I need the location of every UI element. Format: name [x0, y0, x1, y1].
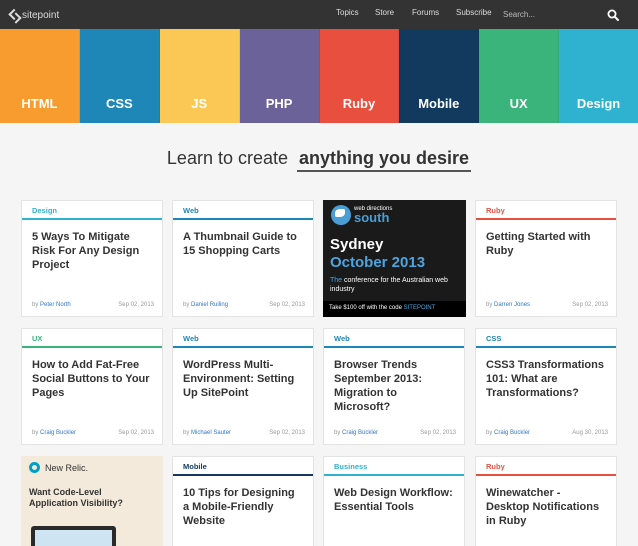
article-date: Sep 02, 2013 — [118, 430, 154, 436]
article-date: Sep 02, 2013 — [118, 302, 154, 308]
wds-city: Sydney — [330, 236, 384, 253]
sitepoint-logo[interactable]: sitepoint — [10, 8, 59, 22]
by-label: by — [486, 302, 493, 308]
article-title[interactable]: CSS3 Transformations 101: What are Trans… — [476, 348, 616, 400]
category-band: HTML CSS JS PHP Ruby Mobile UX Design — [0, 29, 638, 123]
web-directions-south-ad[interactable]: web directions south Sydney October 2013… — [323, 200, 466, 317]
by-label: by — [32, 430, 39, 436]
article-author[interactable]: Craig Buckler — [342, 430, 378, 436]
article-meta: by Craig Buckler Sep 02, 2013 — [32, 430, 154, 436]
article-title[interactable]: How to Add Fat-Free Social Buttons to Yo… — [22, 348, 162, 400]
top-navigation-bar: sitepoint Topics Store Forums Subscribe — [0, 0, 638, 29]
category-js[interactable]: JS — [159, 29, 240, 123]
article-author[interactable]: Daniel Ruiling — [191, 302, 228, 308]
wds-desc-rest: conference for the Australian web indust… — [330, 277, 448, 293]
article-date: Aug 30, 2013 — [572, 430, 608, 436]
by-label: by — [334, 430, 341, 436]
nav-topics[interactable]: Topics — [336, 8, 359, 17]
new-relic-logo-icon — [29, 462, 40, 473]
article-card[interactable]: Ruby Getting Started with Ruby by Darren… — [475, 200, 617, 317]
article-card[interactable]: Web A Thumbnail Guide to 15 Shopping Car… — [172, 200, 314, 317]
headline-plain: Learn to create — [166, 148, 288, 168]
wds-offer-text: Take $100 off with the code — [329, 305, 404, 311]
article-tag[interactable]: UX — [22, 329, 162, 348]
article-card[interactable]: Design 5 Ways To Mitigate Risk For Any D… — [21, 200, 163, 317]
new-relic-logo-text: New Relic. — [45, 462, 89, 473]
category-ruby[interactable]: Ruby — [319, 29, 400, 123]
laptop-image — [31, 526, 116, 546]
new-relic-logo: New Relic. — [29, 462, 88, 473]
article-date: Sep 02, 2013 — [420, 430, 456, 436]
article-card[interactable]: Mobile 10 Tips for Designing a Mobile-Fr… — [172, 456, 314, 546]
search-icon[interactable] — [607, 9, 619, 21]
article-author[interactable]: Peter North — [40, 302, 71, 308]
article-card[interactable]: Web WordPress Multi-Environment: Setting… — [172, 328, 314, 445]
article-title[interactable]: Browser Trends September 2013: Migration… — [324, 348, 464, 414]
article-title[interactable]: Getting Started with Ruby — [476, 220, 616, 258]
article-author[interactable]: Craig Buckler — [40, 430, 76, 436]
nav-subscribe[interactable]: Subscribe — [456, 8, 492, 17]
article-author[interactable]: Craig Buckler — [494, 430, 530, 436]
category-html[interactable]: HTML — [0, 29, 80, 123]
article-author[interactable]: Darren Jones — [494, 302, 530, 308]
article-title[interactable]: A Thumbnail Guide to 15 Shopping Carts — [173, 220, 313, 258]
article-card[interactable]: Ruby Winewatcher - Desktop Notifications… — [475, 456, 617, 546]
category-ux[interactable]: UX — [479, 29, 560, 123]
nav-forums[interactable]: Forums — [412, 8, 439, 17]
article-tag[interactable]: Web — [173, 329, 313, 348]
wds-date: October 2013 — [330, 254, 426, 271]
article-tag[interactable]: Mobile — [173, 457, 313, 476]
article-date: Sep 02, 2013 — [269, 302, 305, 308]
category-php[interactable]: PHP — [239, 29, 320, 123]
article-date: Sep 02, 2013 — [269, 430, 305, 436]
wds-offer-code: SITEPOINT — [403, 305, 436, 311]
new-relic-ad[interactable]: New Relic. Want Code-Level Application V… — [21, 456, 163, 546]
article-tag[interactable]: CSS — [476, 329, 616, 348]
article-meta: by Craig Buckler Sep 02, 2013 — [334, 430, 456, 436]
article-tag[interactable]: Business — [324, 457, 464, 476]
article-card[interactable]: CSS CSS3 Transformations 101: What are T… — [475, 328, 617, 445]
category-mobile[interactable]: Mobile — [399, 29, 480, 123]
article-title[interactable]: WordPress Multi-Environment: Setting Up … — [173, 348, 313, 400]
by-label: by — [183, 302, 190, 308]
article-card[interactable]: Business Web Design Workflow: Essential … — [323, 456, 465, 546]
new-relic-text: Want Code-Level Application Visibility? — [29, 487, 123, 509]
new-relic-text-line2: Application Visibility? — [29, 498, 123, 508]
article-title[interactable]: 5 Ways To Mitigate Risk For Any Design P… — [22, 220, 162, 272]
article-card[interactable]: Web Browser Trends September 2013: Migra… — [323, 328, 465, 445]
article-title[interactable]: Web Design Workflow: Essential Tools — [324, 476, 464, 514]
article-meta: by Peter North Sep 02, 2013 — [32, 302, 154, 308]
logo-text: sitepoint — [22, 9, 60, 21]
wds-offer: Take $100 off with the code SITEPOINT — [323, 301, 466, 317]
article-tag[interactable]: Ruby — [476, 201, 616, 220]
article-meta: by Michael Sauter Sep 02, 2013 — [183, 430, 305, 436]
article-card[interactable]: UX How to Add Fat-Free Social Buttons to… — [21, 328, 163, 445]
article-tag[interactable]: Web — [173, 201, 313, 220]
article-meta: by Daniel Ruiling Sep 02, 2013 — [183, 302, 305, 308]
article-title[interactable]: Winewatcher - Desktop Notifications in R… — [476, 476, 616, 528]
new-relic-text-line1: Want Code-Level — [29, 487, 102, 497]
article-meta: by Craig Buckler Aug 30, 2013 — [486, 430, 608, 436]
nav-store[interactable]: Store — [375, 8, 394, 17]
article-tag[interactable]: Web — [324, 329, 464, 348]
article-date: Sep 02, 2013 — [572, 302, 608, 308]
category-css[interactable]: CSS — [79, 29, 160, 123]
by-label: by — [32, 302, 39, 308]
headline-strong: anything you desire — [297, 148, 472, 172]
by-label: by — [183, 430, 190, 436]
page-headline: Learn to create anything you desire — [0, 148, 638, 172]
sitepoint-logo-icon — [10, 9, 19, 21]
category-design[interactable]: Design — [559, 29, 638, 123]
article-meta: by Darren Jones Sep 02, 2013 — [486, 302, 608, 308]
article-tag[interactable]: Ruby — [476, 457, 616, 476]
article-tag[interactable]: Design — [22, 201, 162, 220]
wds-brand: web directions south — [331, 205, 392, 225]
wds-description: The conference for the Australian web in… — [330, 276, 466, 294]
wds-desc-highlight: The — [330, 277, 343, 284]
globe-icon — [331, 205, 351, 225]
article-title[interactable]: 10 Tips for Designing a Mobile-Friendly … — [173, 476, 313, 528]
by-label: by — [486, 430, 493, 436]
article-author[interactable]: Michael Sauter — [191, 430, 231, 436]
wds-brand-bottom: south — [354, 209, 390, 225]
